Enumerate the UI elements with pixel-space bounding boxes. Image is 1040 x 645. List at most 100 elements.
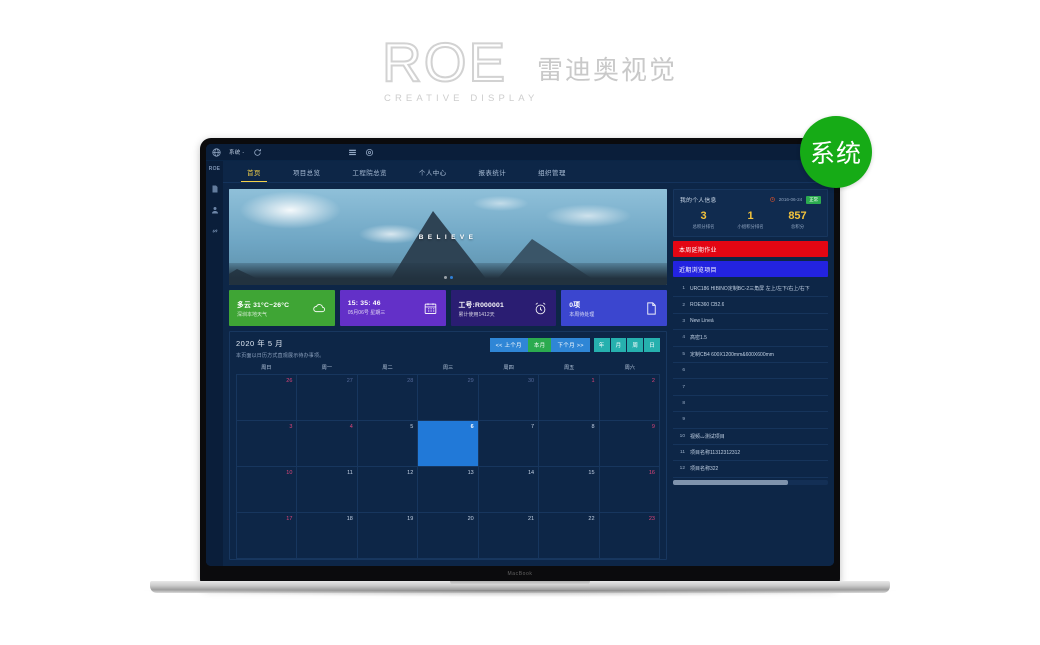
hero-carousel[interactable]: BELIEVE	[229, 189, 667, 285]
system-badge: 系统	[800, 116, 872, 188]
list-item[interactable]: 10 视频ث测试项目	[673, 429, 828, 445]
calendar-day[interactable]: 18	[297, 513, 358, 559]
calendar-day[interactable]: 30	[478, 375, 540, 421]
list-item[interactable]: 8	[673, 396, 828, 413]
calendar-day[interactable]: 2	[599, 375, 660, 421]
calendar-day[interactable]: 23	[599, 513, 660, 559]
calendar-day[interactable]: 4	[297, 421, 358, 467]
view-month-button[interactable]: 月	[610, 338, 627, 352]
brand-name: ROE	[381, 31, 508, 93]
calendar-day[interactable]: 19	[357, 513, 419, 559]
user-icon[interactable]	[211, 206, 219, 214]
application-window: 系统 - ROE 首页 项目总览 工程院总览 个人中心 报表统计 组织管理 BE…	[206, 144, 834, 566]
list-item[interactable]: 7	[673, 379, 828, 396]
list-item[interactable]: 11 项目名称11312312312	[673, 445, 828, 462]
view-week-button[interactable]: 周	[627, 338, 644, 352]
day-number: 14	[527, 470, 535, 476]
calendar-day[interactable]: 8	[539, 421, 600, 467]
tab-project-overview[interactable]: 项目总览	[277, 161, 337, 182]
list-item[interactable]: 9	[673, 412, 828, 429]
tab-home[interactable]: 首页	[231, 161, 277, 182]
calendar-controls: << 上个月 本月 下个月 >> 年 月 周 日	[489, 338, 660, 352]
carousel-dot[interactable]	[443, 276, 447, 279]
stat-total-rank: 3 总积分排名	[680, 210, 727, 230]
weekday-tue: 周二	[382, 365, 393, 371]
recent-projects-banner[interactable]: 近期浏览项目	[673, 261, 828, 277]
page-root: ROE CREATIVE DISPLAY 雷迪奥视觉 系统 - ROE 首页 项…	[0, 0, 1040, 645]
weekday-sat: 周六	[624, 365, 635, 371]
calendar-day[interactable]: 7	[478, 421, 540, 467]
refresh-icon[interactable]	[253, 148, 262, 157]
list-item[interactable]: 12 项目名称322	[673, 461, 828, 478]
list-icon[interactable]	[348, 148, 357, 157]
day-number: 18	[346, 516, 353, 522]
link-icon[interactable]	[211, 227, 219, 235]
calendar-day[interactable]: 22	[539, 513, 600, 559]
calendar-day[interactable]: 9	[599, 421, 660, 467]
next-month-button[interactable]: 下个月 >>	[551, 338, 590, 352]
calendar-week-row: 26 27 28 29 30 1 2	[237, 375, 660, 421]
calendar-day[interactable]: 14	[478, 467, 540, 513]
left-column: BELIEVE 多云 31°C~26°C 深圳本地天气 15: 35: 46 0…	[229, 189, 667, 560]
tab-personal-center[interactable]: 个人中心	[403, 161, 463, 182]
list-item-index: 7	[682, 384, 685, 390]
calendar-day[interactable]: 26	[237, 375, 298, 421]
calendar-day[interactable]: 17	[237, 513, 298, 559]
list-item-label: URC186 HIBINO定制BC-2三角屏 左上/左下/右上/右下	[690, 286, 810, 293]
document-icon[interactable]	[211, 185, 219, 193]
tab-report-statistics[interactable]: 报表统计	[463, 161, 523, 182]
calendar-day[interactable]: 10	[237, 467, 298, 513]
calendar-day[interactable]: 11	[297, 467, 358, 513]
list-item[interactable]: 1 URC186 HIBINO定制BC-2三角屏 左上/左下/右上/右下	[673, 281, 828, 298]
calendar-day[interactable]: 1	[539, 375, 600, 421]
gear-icon[interactable]	[365, 148, 374, 157]
horizontal-scrollbar[interactable]	[673, 479, 828, 485]
carousel-dot-active[interactable]	[449, 276, 453, 279]
list-item-index: 10	[679, 433, 685, 439]
calendar-day[interactable]: 16	[599, 467, 660, 513]
employee-id-card[interactable]: 工号:R000001 累计使用1412天	[450, 290, 557, 326]
list-item[interactable]: 5 定制CB4 600X1200mm&600X600mm	[673, 347, 828, 363]
view-year-button[interactable]: 年	[593, 338, 610, 352]
list-item-label: ROE360 CB2.6	[690, 302, 725, 309]
info-cards: 多云 31°C~26°C 深圳本地天气 15: 35: 46 05月06号 星期…	[229, 290, 667, 326]
pending-tasks-card[interactable]: 0项 本周待处理	[561, 290, 667, 326]
view-day-button[interactable]: 日	[644, 338, 660, 352]
globe-icon[interactable]	[212, 147, 221, 157]
list-item[interactable]: 4 高密1.5	[673, 330, 828, 347]
calendar-nav-group: << 上个月 本月 下个月 >>	[489, 338, 590, 352]
day-number: 27	[346, 378, 353, 384]
calendar-day[interactable]: 27	[297, 375, 358, 421]
calendar-day[interactable]: 15	[539, 467, 600, 513]
day-number: 2	[651, 378, 655, 384]
current-month-button[interactable]: 本月	[527, 338, 552, 352]
profile-panel: 我的个人信息 2016-06-24 正常 3 总积分排名 1 小组积分排名 85…	[673, 189, 828, 237]
weather-card[interactable]: 多云 31°C~26°C 深圳本地天气	[229, 290, 335, 326]
tab-organization-management[interactable]: 组织管理	[522, 161, 582, 182]
list-item[interactable]: 2 ROE360 CB2.6	[673, 297, 828, 314]
usage-days: 累计使用1412天	[458, 311, 495, 318]
stat-label: 小组积分排名	[737, 224, 764, 229]
calendar-day[interactable]: 12	[357, 467, 419, 513]
prev-month-button[interactable]: << 上个月	[489, 338, 528, 352]
calendar-day[interactable]: 20	[418, 513, 479, 559]
calendar-day[interactable]: 29	[418, 375, 479, 421]
calendar-day[interactable]: 13	[418, 467, 479, 513]
list-item-index: 2	[682, 302, 685, 308]
tab-engineering-overview[interactable]: 工程院总览	[336, 161, 403, 182]
calendar-day[interactable]: 5	[357, 421, 419, 467]
calendar-day[interactable]: 3	[237, 421, 298, 467]
day-number: 19	[407, 516, 414, 522]
list-item[interactable]: 6	[673, 363, 828, 380]
calendar-day[interactable]: 28	[357, 375, 419, 421]
system-menu-label[interactable]: 系统 -	[229, 148, 245, 156]
list-item[interactable]: 3 New Lineá	[673, 314, 828, 331]
overdue-tasks-banner[interactable]: 本周延期作业	[673, 241, 828, 257]
calendar-day[interactable]: 21	[478, 513, 540, 559]
profile-date: 2016-06-24	[778, 197, 803, 202]
clock-date-card[interactable]: 15: 35: 46 05月06号 星期三	[339, 290, 446, 326]
scrollbar-thumb[interactable]	[673, 479, 788, 485]
calendar-day-selected[interactable]: 6	[418, 421, 479, 467]
laptop-mockup: 系统 - ROE 首页 项目总览 工程院总览 个人中心 报表统计 组织管理 BE…	[144, 138, 896, 598]
profile-stats: 3 总积分排名 1 小组积分排名 857 总积分	[680, 210, 821, 230]
